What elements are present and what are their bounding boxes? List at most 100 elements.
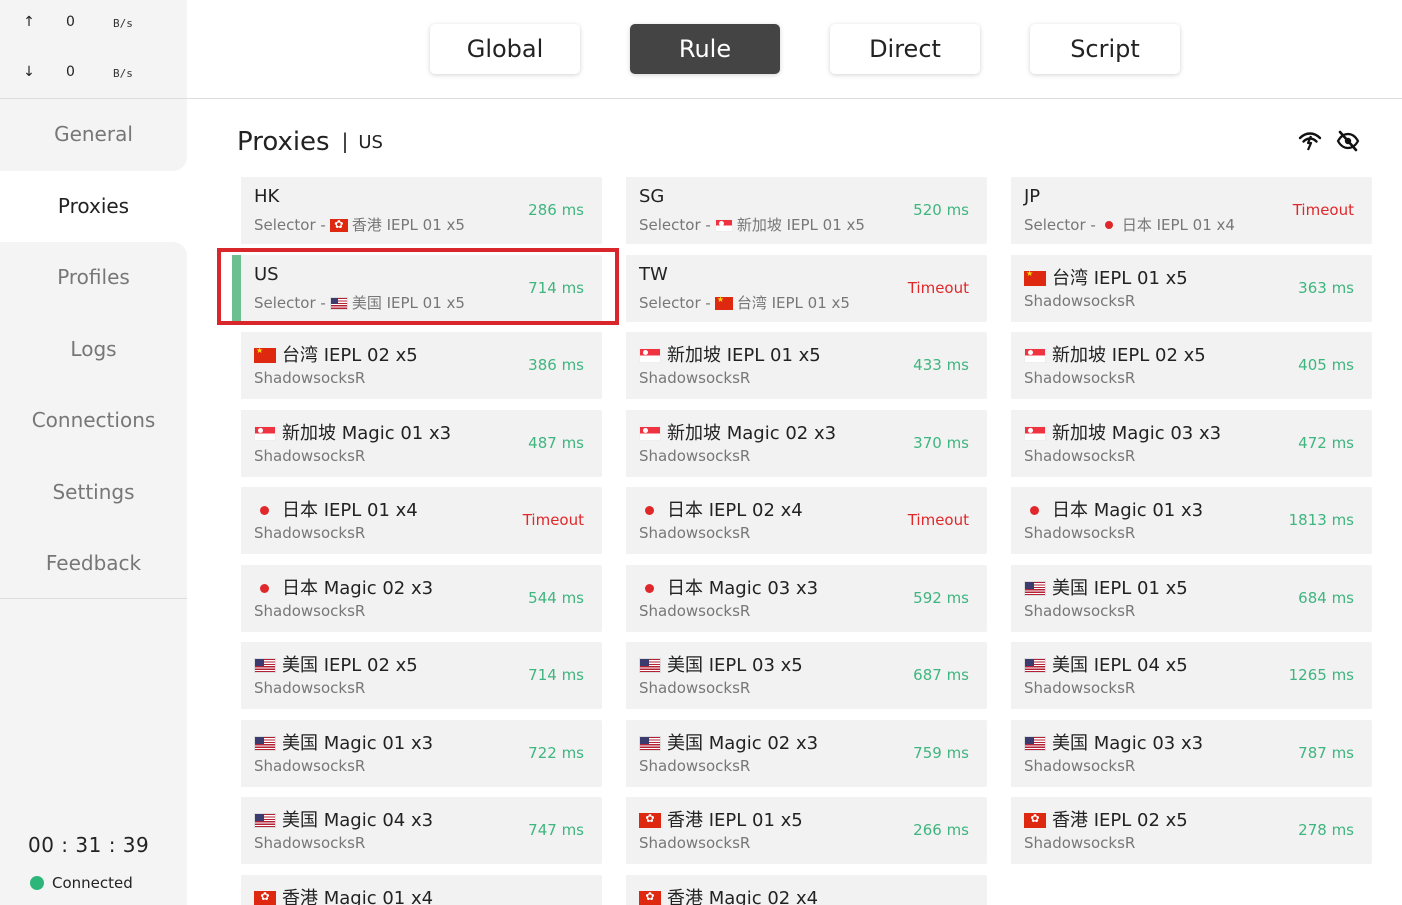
proxy-name: 美国 Magic 02 x3 — [639, 729, 818, 755]
proxy-card[interactable]: 新加坡 Magic 02 x3 ShadowsocksR 370 ms — [617, 409, 987, 477]
sidebar-nav: General Proxies Profiles Logs Connections Set… — [0, 99, 187, 600]
proxy-card[interactable]: 日本 IEPL 02 x4 ShadowsocksR Timeout — [617, 487, 987, 554]
proxy-card[interactable]: JP Selector - 日本 IEPL 01 x4 Timeout — [1002, 177, 1372, 244]
proxy-latency[interactable]: 1265 ms — [1289, 666, 1354, 684]
proxy-card[interactable]: 美国 IEPL 03 x5 ShadowsocksR 687 ms — [617, 642, 987, 709]
proxy-latency[interactable]: 759 ms — [913, 744, 969, 762]
proxy-latency[interactable]: 787 ms — [1298, 744, 1354, 762]
proxy-card[interactable]: 美国 IEPL 01 x5 ShadowsocksR 684 ms — [1002, 564, 1372, 632]
selected-indicator — [232, 254, 241, 322]
proxy-latency[interactable]: 405 ms — [1298, 356, 1354, 374]
card-edge — [617, 409, 626, 477]
proxy-latency[interactable]: 714 ms — [528, 666, 584, 684]
proxy-name-text: 新加坡 IEPL 01 x5 — [667, 345, 821, 366]
sidebar-item-logs[interactable]: Logs — [0, 313, 187, 385]
proxy-card[interactable]: 新加坡 Magic 01 x3 ShadowsocksR 487 ms — [232, 409, 602, 477]
proxy-type: ShadowsocksR — [254, 602, 365, 620]
title-separator: | — [341, 129, 349, 153]
proxy-type-text: ShadowsocksR — [254, 679, 366, 697]
proxy-card[interactable]: 日本 Magic 01 x3 ShadowsocksR 1813 ms — [1002, 487, 1372, 554]
proxy-card[interactable]: 美国 Magic 01 x3 ShadowsocksR 722 ms — [232, 719, 602, 787]
proxy-card[interactable]: 美国 IEPL 02 x5 ShadowsocksR 714 ms — [232, 642, 602, 709]
card-edge — [617, 487, 626, 554]
proxy-card[interactable]: 日本 IEPL 01 x4 ShadowsocksR Timeout — [232, 487, 602, 554]
proxy-latency[interactable]: Timeout — [908, 279, 969, 297]
proxy-name: 日本 Magic 02 x3 — [254, 574, 433, 600]
proxy-type: ShadowsocksR — [1024, 369, 1135, 387]
proxy-name-text: 日本 Magic 01 x3 — [1052, 500, 1204, 521]
proxy-card[interactable]: 香港 Magic 01 x4ShadowsocksR — [232, 874, 602, 905]
proxy-name-text: 美国 IEPL 03 x5 — [667, 655, 803, 676]
card-edge — [232, 797, 241, 864]
proxy-card[interactable]: SG Selector - 新加坡 IEPL 01 x5 520 ms — [617, 177, 987, 244]
proxy-latency[interactable]: 278 ms — [1298, 821, 1354, 839]
sidebar-item-settings[interactable]: Settings — [0, 456, 187, 528]
proxy-card[interactable]: 日本 Magic 03 x3 ShadowsocksR 592 ms — [617, 564, 987, 632]
proxy-name: 日本 Magic 03 x3 — [639, 574, 818, 600]
proxy-card[interactable]: TW Selector - 台湾 IEPL 01 x5 Timeout — [617, 254, 987, 322]
proxy-latency[interactable]: 487 ms — [528, 434, 584, 452]
proxy-latency[interactable]: 520 ms — [913, 201, 969, 219]
proxy-latency[interactable]: 370 ms — [913, 434, 969, 452]
proxy-card[interactable]: 香港 IEPL 01 x5 ShadowsocksR 266 ms — [617, 797, 987, 864]
proxy-card[interactable]: 美国 Magic 02 x3 ShadowsocksR 759 ms — [617, 719, 987, 787]
card-edge — [1002, 797, 1011, 864]
proxy-latency[interactable]: 722 ms — [528, 744, 584, 762]
proxy-latency[interactable]: 266 ms — [913, 821, 969, 839]
proxy-latency[interactable]: Timeout — [1293, 201, 1354, 219]
proxy-latency[interactable]: Timeout — [908, 511, 969, 529]
proxy-card[interactable]: 新加坡 Magic 03 x3 ShadowsocksR 472 ms — [1002, 409, 1372, 477]
proxy-latency[interactable]: 714 ms — [528, 279, 584, 297]
proxy-name-text: 日本 Magic 03 x3 — [667, 577, 819, 599]
mode-direct-button[interactable]: Direct — [830, 24, 980, 74]
mode-rule-button[interactable]: Rule — [630, 24, 780, 74]
latency-test-icon[interactable] — [1298, 129, 1322, 153]
proxy-latency[interactable]: 1813 ms — [1289, 511, 1354, 529]
proxy-latency[interactable]: 363 ms — [1298, 279, 1354, 297]
flag-cn-icon — [254, 346, 276, 363]
proxy-card[interactable]: 台湾 IEPL 02 x5 ShadowsocksR 386 ms — [232, 332, 602, 399]
proxy-type-text: ShadowsocksR — [639, 756, 751, 775]
flag-us-icon — [639, 658, 661, 673]
proxy-latency[interactable]: 684 ms — [1298, 589, 1354, 607]
proxy-card[interactable]: 新加坡 IEPL 02 x5 ShadowsocksR 405 ms — [1002, 332, 1372, 399]
sidebar-item-connections[interactable]: Connections — [0, 385, 187, 457]
sidebar-item-feedback[interactable]: Feedback — [0, 528, 187, 600]
proxy-latency[interactable]: 433 ms — [913, 356, 969, 374]
proxy-name-text: 香港 Magic 02 x4 — [667, 887, 819, 905]
proxy-latency[interactable]: Timeout — [523, 511, 584, 529]
proxy-latency[interactable]: 687 ms — [913, 666, 969, 684]
proxy-card[interactable]: 美国 Magic 04 x3 ShadowsocksR 747 ms — [232, 797, 602, 864]
mode-script-button[interactable]: Script — [1030, 24, 1180, 74]
proxy-latency[interactable]: 386 ms — [528, 356, 584, 374]
hide-eye-icon[interactable] — [1336, 129, 1360, 153]
proxy-card[interactable]: US Selector - 美国 IEPL 01 x5 714 ms — [232, 254, 602, 322]
proxy-card[interactable]: 日本 Magic 02 x3 ShadowsocksR 544 ms — [232, 564, 602, 632]
upload-value: 0 — [66, 14, 75, 30]
proxy-latency[interactable]: 544 ms — [528, 589, 584, 607]
sidebar-item-general[interactable]: General — [0, 99, 187, 171]
proxy-type-text: ShadowsocksR — [254, 756, 366, 775]
mode-global-button[interactable]: Global — [430, 24, 580, 74]
proxy-card[interactable]: 香港 Magic 02 x4ShadowsocksR — [617, 874, 987, 905]
proxy-latency[interactable]: 747 ms — [528, 821, 584, 839]
proxy-type-text: ShadowsocksR — [1024, 601, 1136, 620]
proxy-card[interactable]: HK Selector - 香港 IEPL 01 x5 286 ms — [232, 177, 602, 244]
card-edge — [1002, 177, 1011, 244]
download-value: 0 — [66, 64, 75, 80]
proxy-card[interactable]: 台湾 IEPL 01 x5 ShadowsocksR 363 ms — [1002, 254, 1372, 322]
proxy-card[interactable]: 香港 IEPL 02 x5 ShadowsocksR 278 ms — [1002, 797, 1372, 864]
proxy-type-text: ShadowsocksR — [639, 524, 751, 542]
proxy-type: ShadowsocksR — [254, 834, 365, 852]
proxy-latency[interactable]: 472 ms — [1298, 434, 1354, 452]
proxy-card[interactable]: 新加坡 IEPL 01 x5 ShadowsocksR 433 ms — [617, 332, 987, 399]
proxy-latency[interactable]: 286 ms — [528, 201, 584, 219]
selected-node-name: 香港 IEPL 01 x5 — [351, 216, 465, 234]
sidebar-item-profiles[interactable]: Profiles — [0, 242, 187, 314]
card-edge — [232, 642, 241, 709]
proxy-card[interactable]: 美国 Magic 03 x3 ShadowsocksR 787 ms — [1002, 719, 1372, 787]
proxy-name: 美国 Magic 04 x3 — [254, 806, 433, 832]
sidebar-item-proxies[interactable]: Proxies — [0, 170, 187, 242]
proxy-card[interactable]: 美国 IEPL 04 x5 ShadowsocksR 1265 ms — [1002, 642, 1372, 709]
proxy-latency[interactable]: 592 ms — [913, 589, 969, 607]
